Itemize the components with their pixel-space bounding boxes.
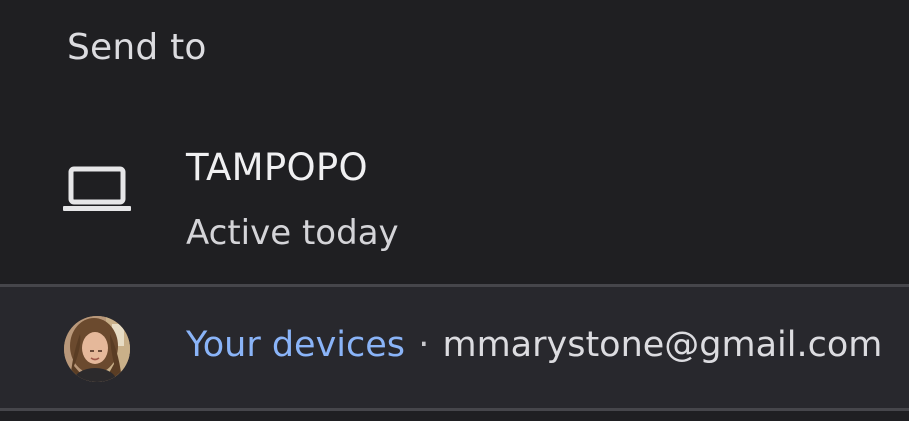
account-info: Your devices · mmarystone@gmail.com (186, 323, 882, 367)
account-bar: Your devices · mmarystone@gmail.com (0, 287, 909, 408)
user-avatar-icon (64, 316, 130, 382)
laptop-icon (63, 166, 131, 211)
device-name: TAMPOPO (186, 146, 368, 189)
divider-bottom (0, 408, 909, 411)
separator-dot: · (418, 325, 430, 365)
account-email: mmarystone@gmail.com (442, 325, 883, 365)
device-status: Active today (186, 213, 399, 253)
avatar (64, 316, 130, 382)
send-to-title: Send to (67, 27, 207, 68)
send-to-sheet: Send to TAMPOPO Active today Your device… (0, 0, 909, 421)
your-devices-link[interactable]: Your devices (186, 325, 405, 365)
device-item-tampopo[interactable]: TAMPOPO Active today (0, 120, 909, 284)
